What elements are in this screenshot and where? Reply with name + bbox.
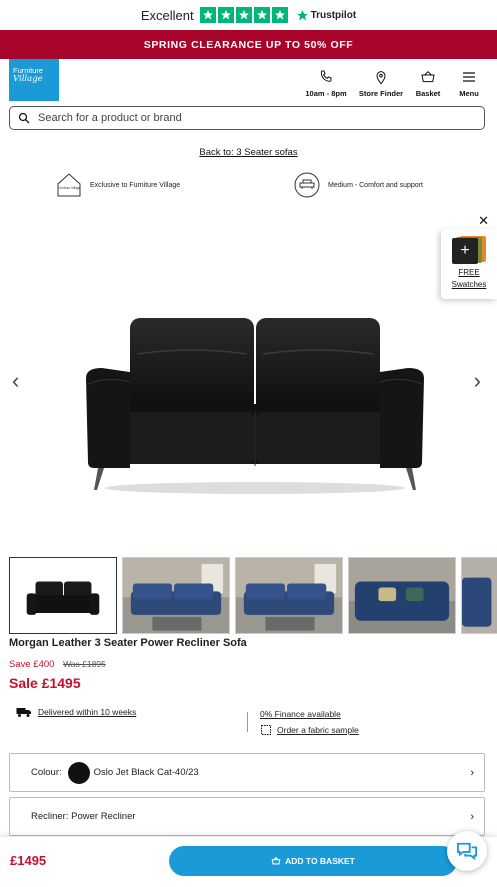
delivery-info-link[interactable]: Delivered within 10 weeks	[16, 706, 136, 718]
delivery-text: Delivered within 10 weeks	[38, 707, 137, 717]
trustpilot-star-icon	[296, 9, 308, 20]
product-features: Furniture Village Exclusive to Furniture…	[0, 172, 497, 200]
trustpilot-bar[interactable]: Excellent Trustpilot	[0, 0, 497, 30]
feature-comfort: Medium - Comfort and support	[294, 172, 423, 198]
star-icon	[271, 7, 288, 23]
room-thumbnail-image	[236, 558, 342, 633]
gallery-thumbnails	[9, 557, 497, 634]
sale-price: Sale £1495	[9, 675, 81, 691]
promo-banner[interactable]: SPRING CLEARANCE UP TO 50% OFF	[0, 30, 497, 59]
thumbnail-room-3[interactable]	[348, 557, 456, 634]
info-divider	[247, 712, 248, 732]
seat-comfort-icon	[294, 172, 320, 198]
close-swatches-button[interactable]: ✕	[478, 213, 489, 229]
add-to-basket-label: ADD TO BASKET	[285, 856, 355, 866]
feature-exclusive: Furniture Village Exclusive to Furniture…	[56, 172, 180, 198]
fabric-sample-text: Order a fabric sample	[277, 725, 359, 736]
house-icon: Furniture Village	[57, 173, 81, 197]
chat-button[interactable]	[447, 831, 487, 871]
star-icon	[199, 7, 216, 23]
colour-swatch	[67, 761, 90, 784]
thumbnail-room-2[interactable]	[235, 557, 343, 634]
store-finder-link[interactable]: Store Finder	[357, 69, 405, 98]
was-price: Was £1895	[63, 659, 106, 669]
recliner-selector[interactable]: Recliner: Power Recliner ›	[9, 797, 485, 836]
finance-and-sample-links: 0% Finance available Order a fabric samp…	[260, 706, 359, 738]
search-input[interactable]	[38, 112, 458, 124]
phone-icon	[320, 70, 332, 82]
promo-text: SPRING CLEARANCE UP TO 50% OFF	[143, 38, 354, 51]
save-amount: Save £400	[9, 659, 55, 670]
site-header: Furniture Village 10am - 8pm Store Finde…	[0, 59, 497, 103]
trustpilot-logo: Trustpilot	[296, 9, 357, 22]
colour-selector[interactable]: Colour: Oslo Jet Black Cat-40/23 ›	[9, 753, 485, 792]
bottom-price: £1495	[10, 853, 47, 868]
star-icon	[253, 7, 270, 23]
chevron-right-icon: ›	[470, 766, 474, 779]
room-thumbnail-image	[349, 558, 455, 633]
price-savings: Save £400 Was £1895	[9, 659, 106, 670]
feature-exclusive-text: Exclusive to Furniture Village	[90, 181, 181, 189]
furniture-village-logo[interactable]: Furniture Village	[9, 59, 59, 101]
opening-hours-link[interactable]: 10am - 8pm	[303, 69, 349, 98]
menu-label: Menu	[459, 89, 479, 98]
room-thumbnail-image	[462, 558, 497, 633]
chevron-right-icon: ›	[470, 810, 474, 823]
free-swatches-line1: FREE	[458, 268, 480, 277]
back-to-category-link[interactable]: Back to: 3 Seater sofas	[0, 147, 497, 158]
opening-hours-label: 10am - 8pm	[305, 89, 347, 98]
menu-button[interactable]: Menu	[451, 69, 487, 98]
basket-icon	[421, 70, 435, 83]
store-finder-label: Store Finder	[358, 89, 404, 98]
fabric-swatch-icon	[261, 725, 271, 736]
chat-bubbles-icon	[457, 842, 477, 861]
product-main-image	[86, 318, 424, 494]
search-bar[interactable]	[9, 106, 485, 130]
black-sofa-thumbnail-image	[26, 581, 100, 615]
basket-label: Basket	[415, 89, 441, 98]
location-pin-icon	[376, 71, 386, 85]
sticky-basket-bar: £1495 ADD TO BASKET	[0, 837, 497, 887]
free-swatches-card[interactable]: + FREE Swatches	[441, 229, 497, 299]
trustpilot-brand: Trustpilot	[310, 9, 357, 21]
room-thumbnail-image	[123, 558, 229, 633]
gallery-next-button[interactable]: ›	[474, 368, 481, 394]
thumbnail-black-sofa[interactable]	[9, 557, 117, 634]
basket-icon	[271, 856, 281, 865]
house-icon-text: Furniture Village	[57, 186, 80, 190]
recliner-value: Recliner: Power Recliner	[31, 811, 136, 822]
trustpilot-stars	[199, 7, 288, 23]
gallery-prev-button[interactable]: ‹	[12, 368, 19, 394]
swatch-samples-image: +	[450, 236, 488, 264]
plus-icon: +	[452, 238, 478, 264]
finance-link[interactable]: 0% Finance available	[260, 706, 359, 722]
fabric-sample-link[interactable]: Order a fabric sample	[260, 722, 359, 738]
search-icon	[18, 112, 30, 124]
basket-link[interactable]: Basket	[413, 69, 443, 98]
feature-comfort-text: Medium - Comfort and support	[328, 181, 423, 189]
colour-value: Oslo Jet Black Cat-40/23	[93, 767, 199, 778]
free-swatches-line2: Swatches	[451, 280, 487, 289]
star-icon	[217, 7, 234, 23]
star-icon	[235, 7, 252, 23]
add-to-basket-button[interactable]: ADD TO BASKET	[169, 846, 457, 876]
trustpilot-rating-text: Excellent	[140, 7, 194, 23]
hamburger-icon	[463, 72, 475, 82]
product-title: Morgan Leather 3 Seater Power Recliner S…	[9, 637, 247, 649]
thumbnail-room-4[interactable]	[461, 557, 497, 634]
thumbnail-room-1[interactable]	[122, 557, 230, 634]
delivery-truck-icon	[16, 708, 31, 717]
logo-line2: Village	[13, 74, 43, 85]
header-nav: 10am - 8pm Store Finder Basket Menu	[303, 69, 487, 98]
colour-label: Colour:	[31, 767, 62, 778]
